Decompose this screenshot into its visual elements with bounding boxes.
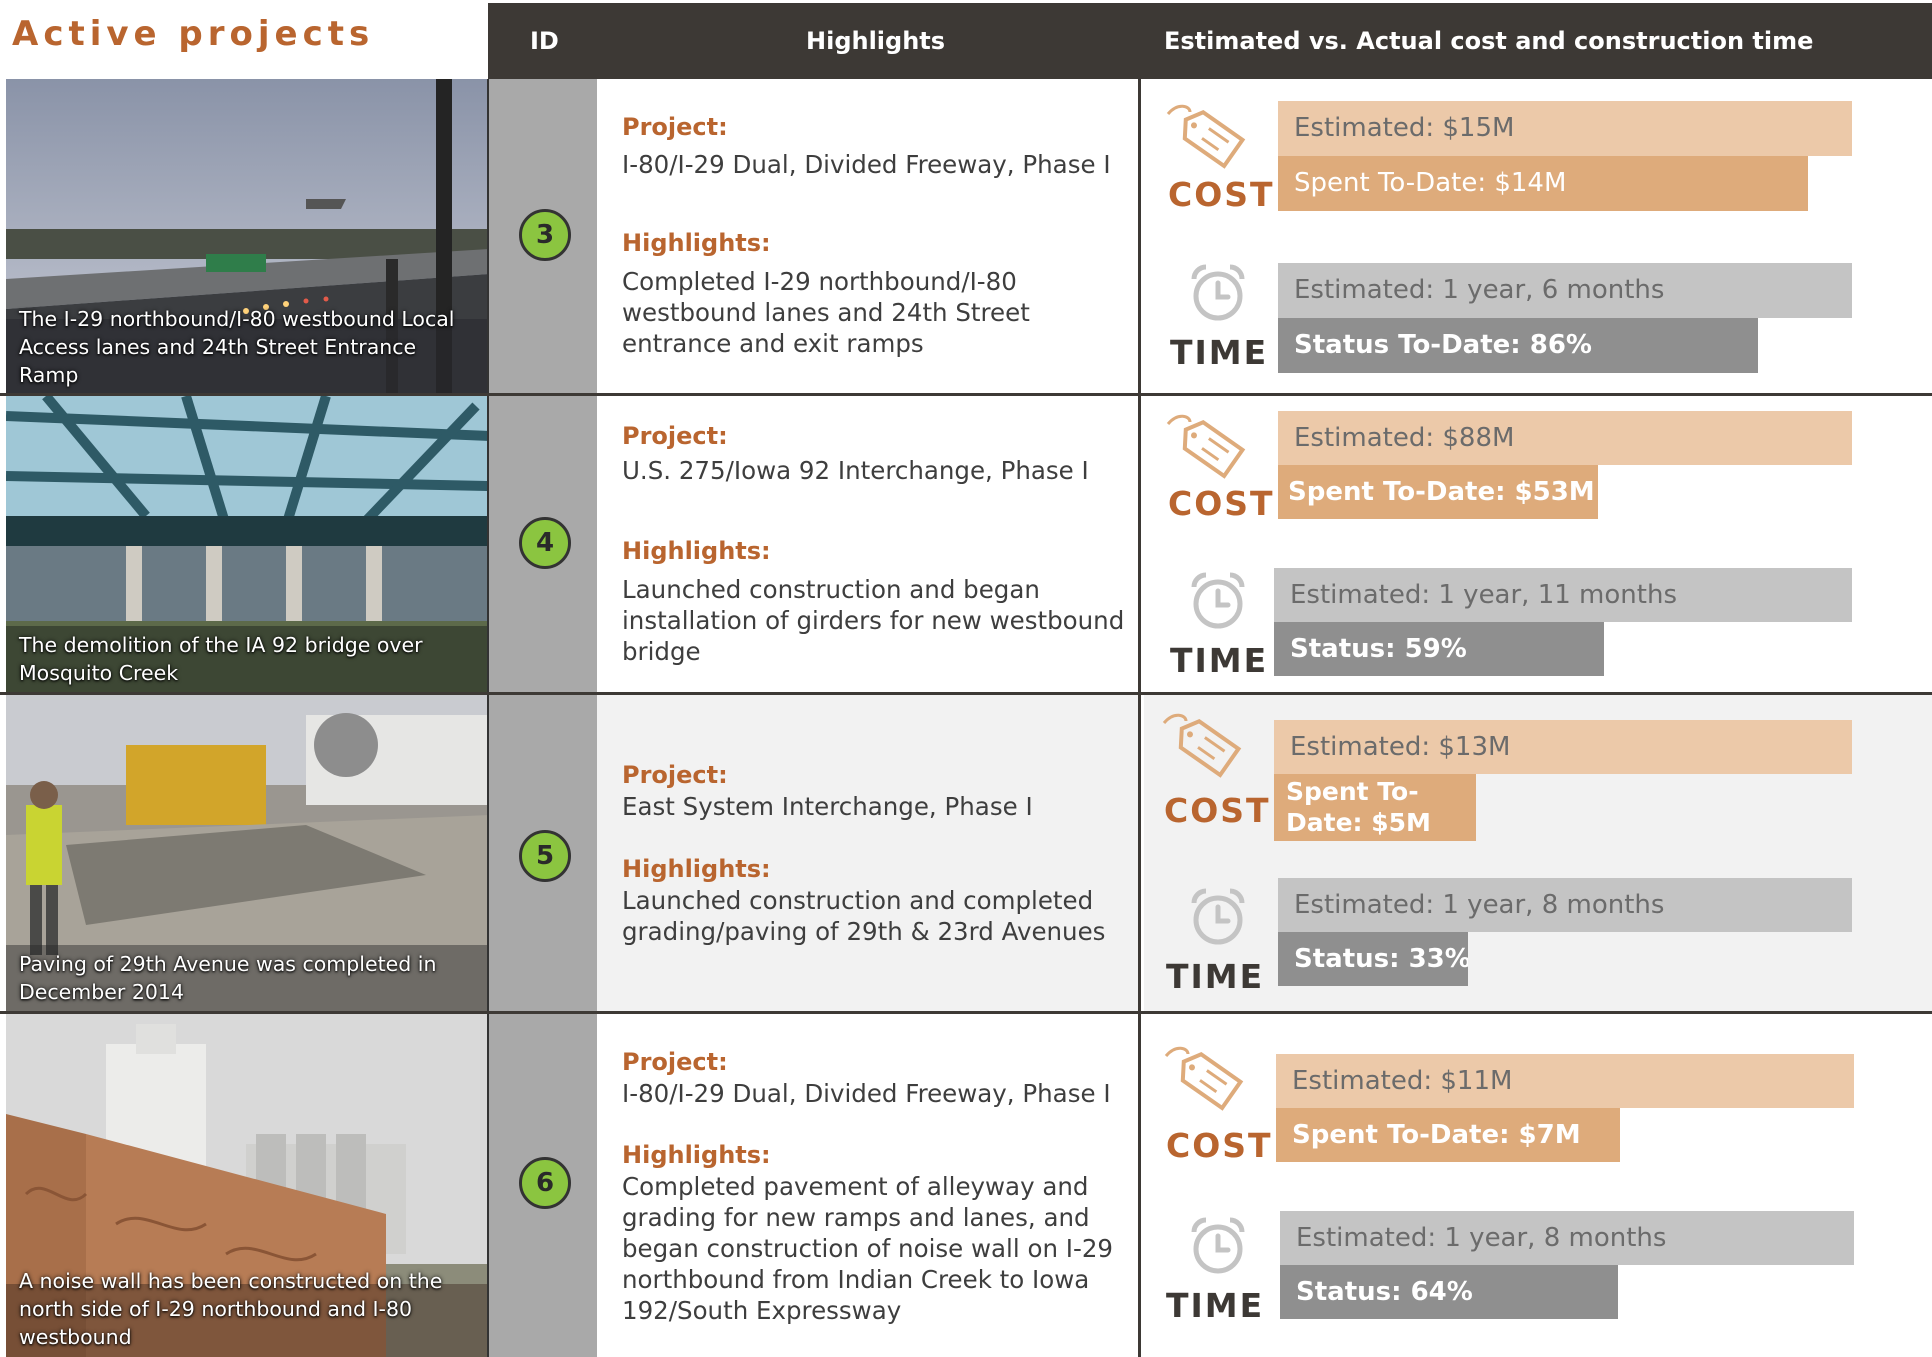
project-row: A noise wall has been constructed on the… xyxy=(0,1014,1932,1357)
alarm-clock-icon xyxy=(1186,569,1250,637)
spent-cost-bar: Spent To-Date: $7M xyxy=(1276,1108,1620,1162)
highlights-cell: Project: I-80/I-29 Dual, Divided Freeway… xyxy=(597,1014,1141,1357)
header-highlights: Highlights xyxy=(806,27,946,55)
highlights-label: Highlights: xyxy=(622,229,771,257)
spent-cost-bar: Spent To-Date: $14M xyxy=(1278,156,1808,211)
cost-time-cell: COST Estimated: $15M Spent To-Date: $14M… xyxy=(1144,79,1932,395)
project-name: I-80/I-29 Dual, Divided Freeway, Phase I xyxy=(622,1079,1111,1108)
project-label: Project: xyxy=(622,1048,728,1076)
spent-cost-bar: Spent To-Date: $5M xyxy=(1274,774,1476,841)
id-cell: 5 xyxy=(489,695,597,1012)
project-label: Project: xyxy=(622,761,728,789)
alarm-clock-icon xyxy=(1186,885,1250,953)
price-tag-icon xyxy=(1158,709,1248,783)
estimated-time-bar: Estimated: 1 year, 6 months xyxy=(1278,263,1852,318)
alarm-clock-icon xyxy=(1186,261,1250,329)
time-label: TIME xyxy=(1170,641,1269,680)
project-photo-highway: The I-29 northbound/I-80 westbound Local… xyxy=(6,79,489,395)
header-estimated: Estimated vs. Actual cost and constructi… xyxy=(1164,27,1814,55)
highlights-text: Completed pavement of alleyway and gradi… xyxy=(622,1172,1114,1325)
highlights-label: Highlights: xyxy=(622,1141,771,1169)
cost-label: COST xyxy=(1168,484,1275,523)
estimated-time-bar: Estimated: 1 year, 11 months xyxy=(1274,568,1852,622)
id-badge: 5 xyxy=(519,830,571,882)
project-row: The demolition of the IA 92 bridge over … xyxy=(0,396,1932,693)
alarm-clock-icon xyxy=(1186,1214,1250,1282)
price-tag-icon xyxy=(1162,100,1252,174)
id-cell: 6 xyxy=(489,1014,597,1357)
project-name: U.S. 275/Iowa 92 Interchange, Phase I xyxy=(622,456,1089,485)
highlights-text: Launched construction and completed grad… xyxy=(622,886,1106,946)
estimated-cost-bar: Estimated: $88M xyxy=(1278,411,1852,465)
highlights-label: Highlights: xyxy=(622,855,771,883)
spent-cost-bar: Spent To-Date: $53M xyxy=(1278,465,1598,519)
estimated-cost-bar: Estimated: $13M xyxy=(1274,720,1852,774)
time-label: TIME xyxy=(1166,1286,1265,1325)
table-header: ID Highlights Estimated vs. Actual cost … xyxy=(488,3,1932,79)
id-badge: 4 xyxy=(519,517,571,569)
project-row: The I-29 northbound/I-80 westbound Local… xyxy=(0,79,1932,395)
cost-label: COST xyxy=(1164,791,1271,830)
project-photo-noise-wall: A noise wall has been constructed on the… xyxy=(6,1014,489,1357)
status-bar: Status To-Date: 86% xyxy=(1278,318,1758,373)
project-photo-paving: Paving of 29th Avenue was completed in D… xyxy=(6,695,489,1012)
photo-caption: A noise wall has been constructed on the… xyxy=(19,1269,443,1349)
price-tag-icon xyxy=(1162,410,1252,484)
status-bar: Status: 59% xyxy=(1274,622,1604,676)
cost-time-cell: COST Estimated: $13M Spent To-Date: $5M … xyxy=(1144,695,1932,1012)
photo-caption: The I-29 northbound/I-80 westbound Local… xyxy=(19,307,455,387)
id-cell: 4 xyxy=(489,396,597,693)
price-tag-icon xyxy=(1160,1042,1250,1116)
highlights-cell: Project: East System Interchange, Phase … xyxy=(597,695,1141,1012)
highlights-text: Completed I-29 northbound/I-80 westbound… xyxy=(622,267,1030,358)
cost-label: COST xyxy=(1168,175,1275,214)
estimated-cost-bar: Estimated: $11M xyxy=(1276,1054,1854,1108)
highlights-label: Highlights: xyxy=(622,537,771,565)
time-label: TIME xyxy=(1170,333,1269,372)
cost-label: COST xyxy=(1166,1126,1273,1165)
id-badge: 6 xyxy=(519,1157,571,1209)
project-label: Project: xyxy=(622,113,728,141)
project-name: East System Interchange, Phase I xyxy=(622,792,1033,821)
id-cell: 3 xyxy=(489,79,597,395)
photo-caption: Paving of 29th Avenue was completed in D… xyxy=(19,952,437,1004)
header-id: ID xyxy=(530,27,559,55)
estimated-cost-bar: Estimated: $15M xyxy=(1278,101,1852,156)
highlights-cell: Project: U.S. 275/Iowa 92 Interchange, P… xyxy=(597,396,1141,693)
cost-time-cell: COST Estimated: $88M Spent To-Date: $53M… xyxy=(1144,396,1932,693)
project-name: I-80/I-29 Dual, Divided Freeway, Phase I xyxy=(622,150,1111,179)
project-photo-bridge: The demolition of the IA 92 bridge over … xyxy=(6,396,489,693)
status-bar: Status: 33% xyxy=(1278,932,1468,986)
project-row: Paving of 29th Avenue was completed in D… xyxy=(0,695,1932,1012)
time-label: TIME xyxy=(1166,957,1265,996)
id-badge: 3 xyxy=(519,209,571,261)
estimated-time-bar: Estimated: 1 year, 8 months xyxy=(1280,1211,1854,1265)
cost-time-cell: COST Estimated: $11M Spent To-Date: $7M … xyxy=(1144,1014,1932,1357)
photo-caption: The demolition of the IA 92 bridge over … xyxy=(19,633,423,685)
project-label: Project: xyxy=(622,422,728,450)
page-title: Active projects xyxy=(12,14,375,54)
highlights-cell: Project: I-80/I-29 Dual, Divided Freeway… xyxy=(597,79,1141,395)
highlights-text: Launched construction and began installa… xyxy=(622,575,1125,666)
estimated-time-bar: Estimated: 1 year, 8 months xyxy=(1278,878,1852,932)
status-bar: Status: 64% xyxy=(1280,1265,1618,1319)
